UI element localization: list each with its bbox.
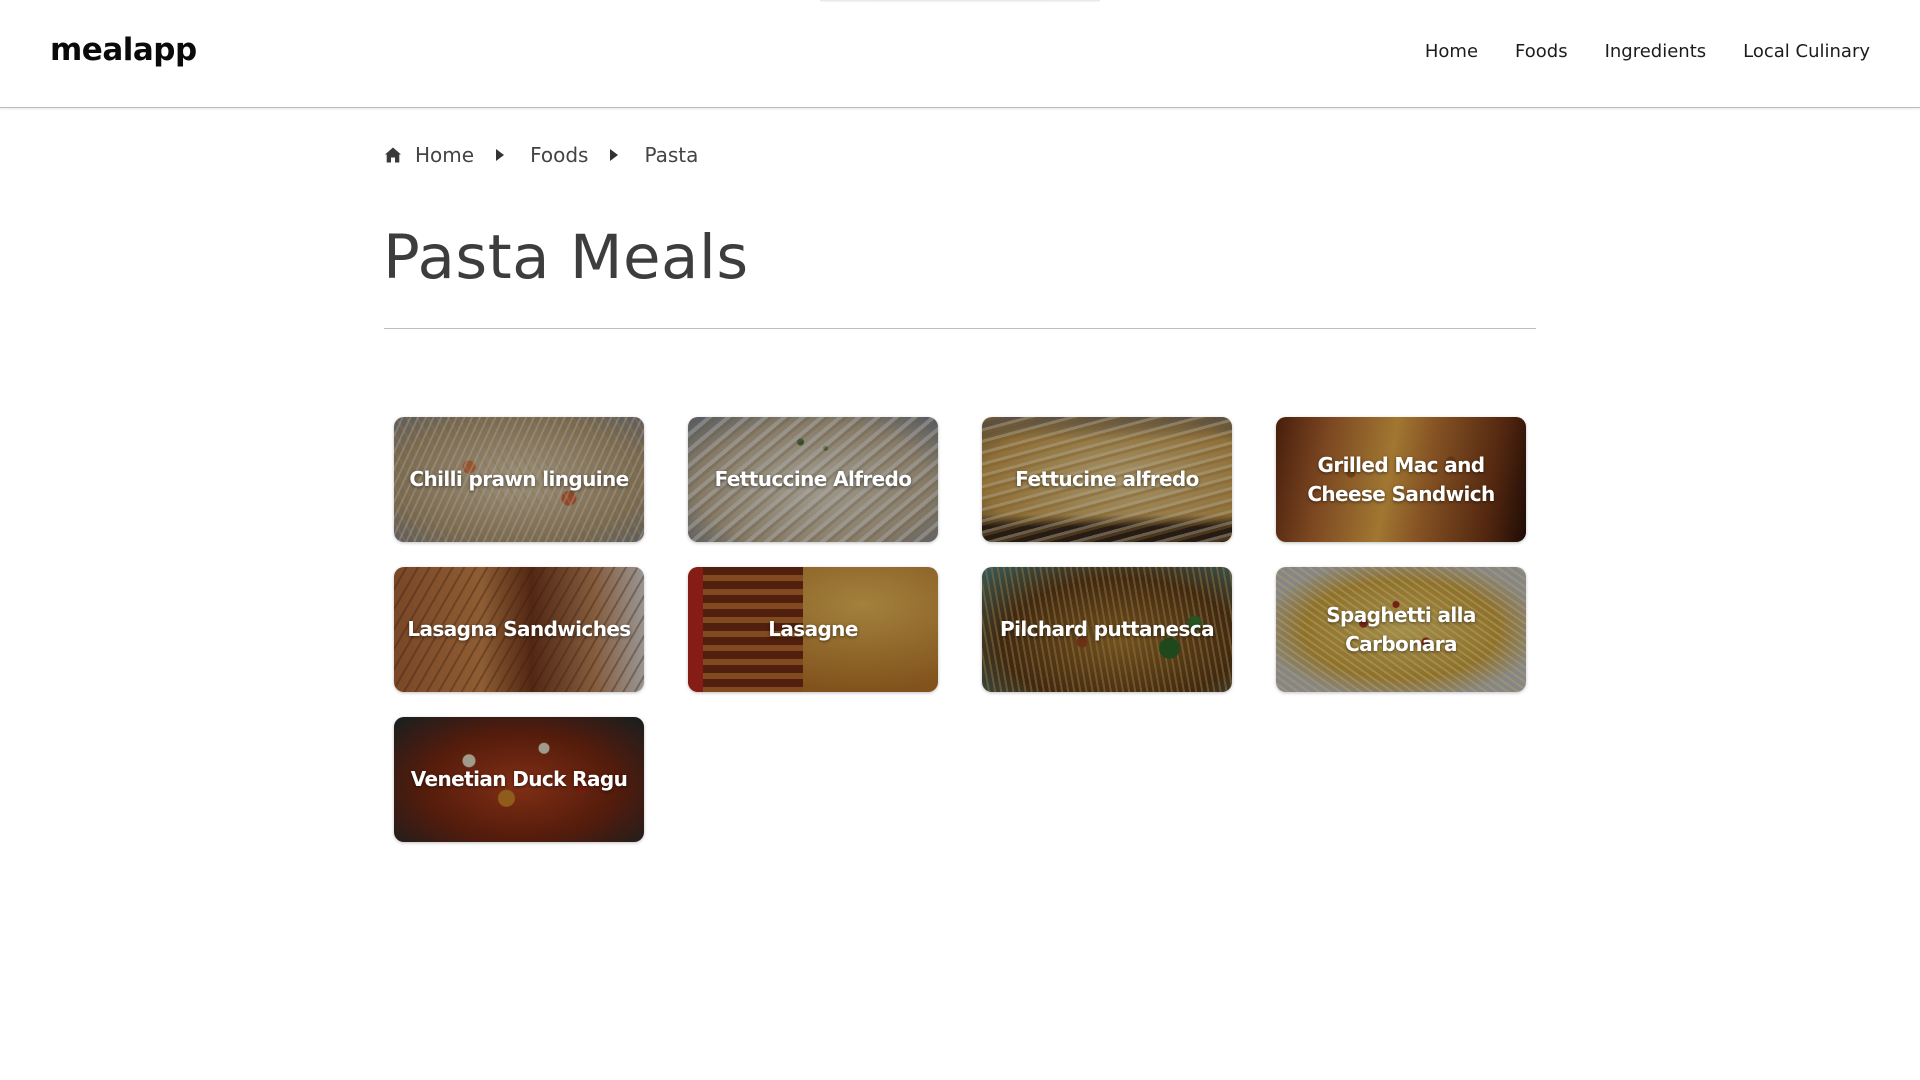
breadcrumb-foods[interactable]: Foods xyxy=(530,143,588,167)
logo-link[interactable]: mealapp xyxy=(50,32,197,68)
meal-card-title: Lasagna Sandwiches xyxy=(407,617,631,641)
meal-card-title: Spaghetti alla Carbonara xyxy=(1326,602,1476,656)
meal-grid: Chilli prawn linguine Fettuccine Alfredo… xyxy=(394,417,1526,842)
meal-card[interactable]: Venetian Duck Ragu xyxy=(394,717,644,842)
caret-right-icon xyxy=(610,149,619,161)
home-icon xyxy=(385,147,401,163)
caret-right-icon xyxy=(496,149,505,161)
meal-card-title: Lasagne xyxy=(768,617,858,641)
top-edge-shadow xyxy=(820,0,1100,3)
meal-card-title: Venetian Duck Ragu xyxy=(410,767,628,791)
breadcrumb-home[interactable]: Home xyxy=(415,143,474,167)
main-nav: Home Foods Ingredients Local Culinary xyxy=(1425,41,1870,62)
nav-local-culinary[interactable]: Local Culinary xyxy=(1743,41,1870,62)
meal-card[interactable]: Lasagne xyxy=(688,567,938,692)
breadcrumb: Home Foods Pasta xyxy=(384,140,698,170)
meal-card-title: Pilchard puttanesca xyxy=(1000,617,1215,641)
meal-card-title: Fettuccine Alfredo xyxy=(714,467,912,491)
meal-card-title: Chilli prawn linguine xyxy=(409,467,629,491)
meal-card-title: Fettucine alfredo xyxy=(1015,467,1199,491)
meal-card[interactable]: Lasagna Sandwiches xyxy=(394,567,644,692)
nav-home[interactable]: Home xyxy=(1425,41,1478,62)
meal-card[interactable]: Fettuccine Alfredo xyxy=(688,417,938,542)
nav-ingredients[interactable]: Ingredients xyxy=(1605,41,1707,62)
top-navbar: mealapp Home Foods Ingredients Local Cul… xyxy=(0,0,1920,108)
meal-card[interactable]: Spaghetti alla Carbonara xyxy=(1276,567,1526,692)
title-divider xyxy=(384,328,1536,329)
breadcrumb-current: Pasta xyxy=(644,143,699,167)
page-title: Pasta Meals xyxy=(383,222,749,293)
meal-card-title: Grilled Mac and Cheese Sandwich xyxy=(1307,452,1495,506)
meal-card[interactable]: Grilled Mac and Cheese Sandwich xyxy=(1276,417,1526,542)
meal-card[interactable]: Chilli prawn linguine xyxy=(394,417,644,542)
meal-card[interactable]: Fettucine alfredo xyxy=(982,417,1232,542)
nav-foods[interactable]: Foods xyxy=(1515,41,1568,62)
meal-card[interactable]: Pilchard puttanesca xyxy=(982,567,1232,692)
